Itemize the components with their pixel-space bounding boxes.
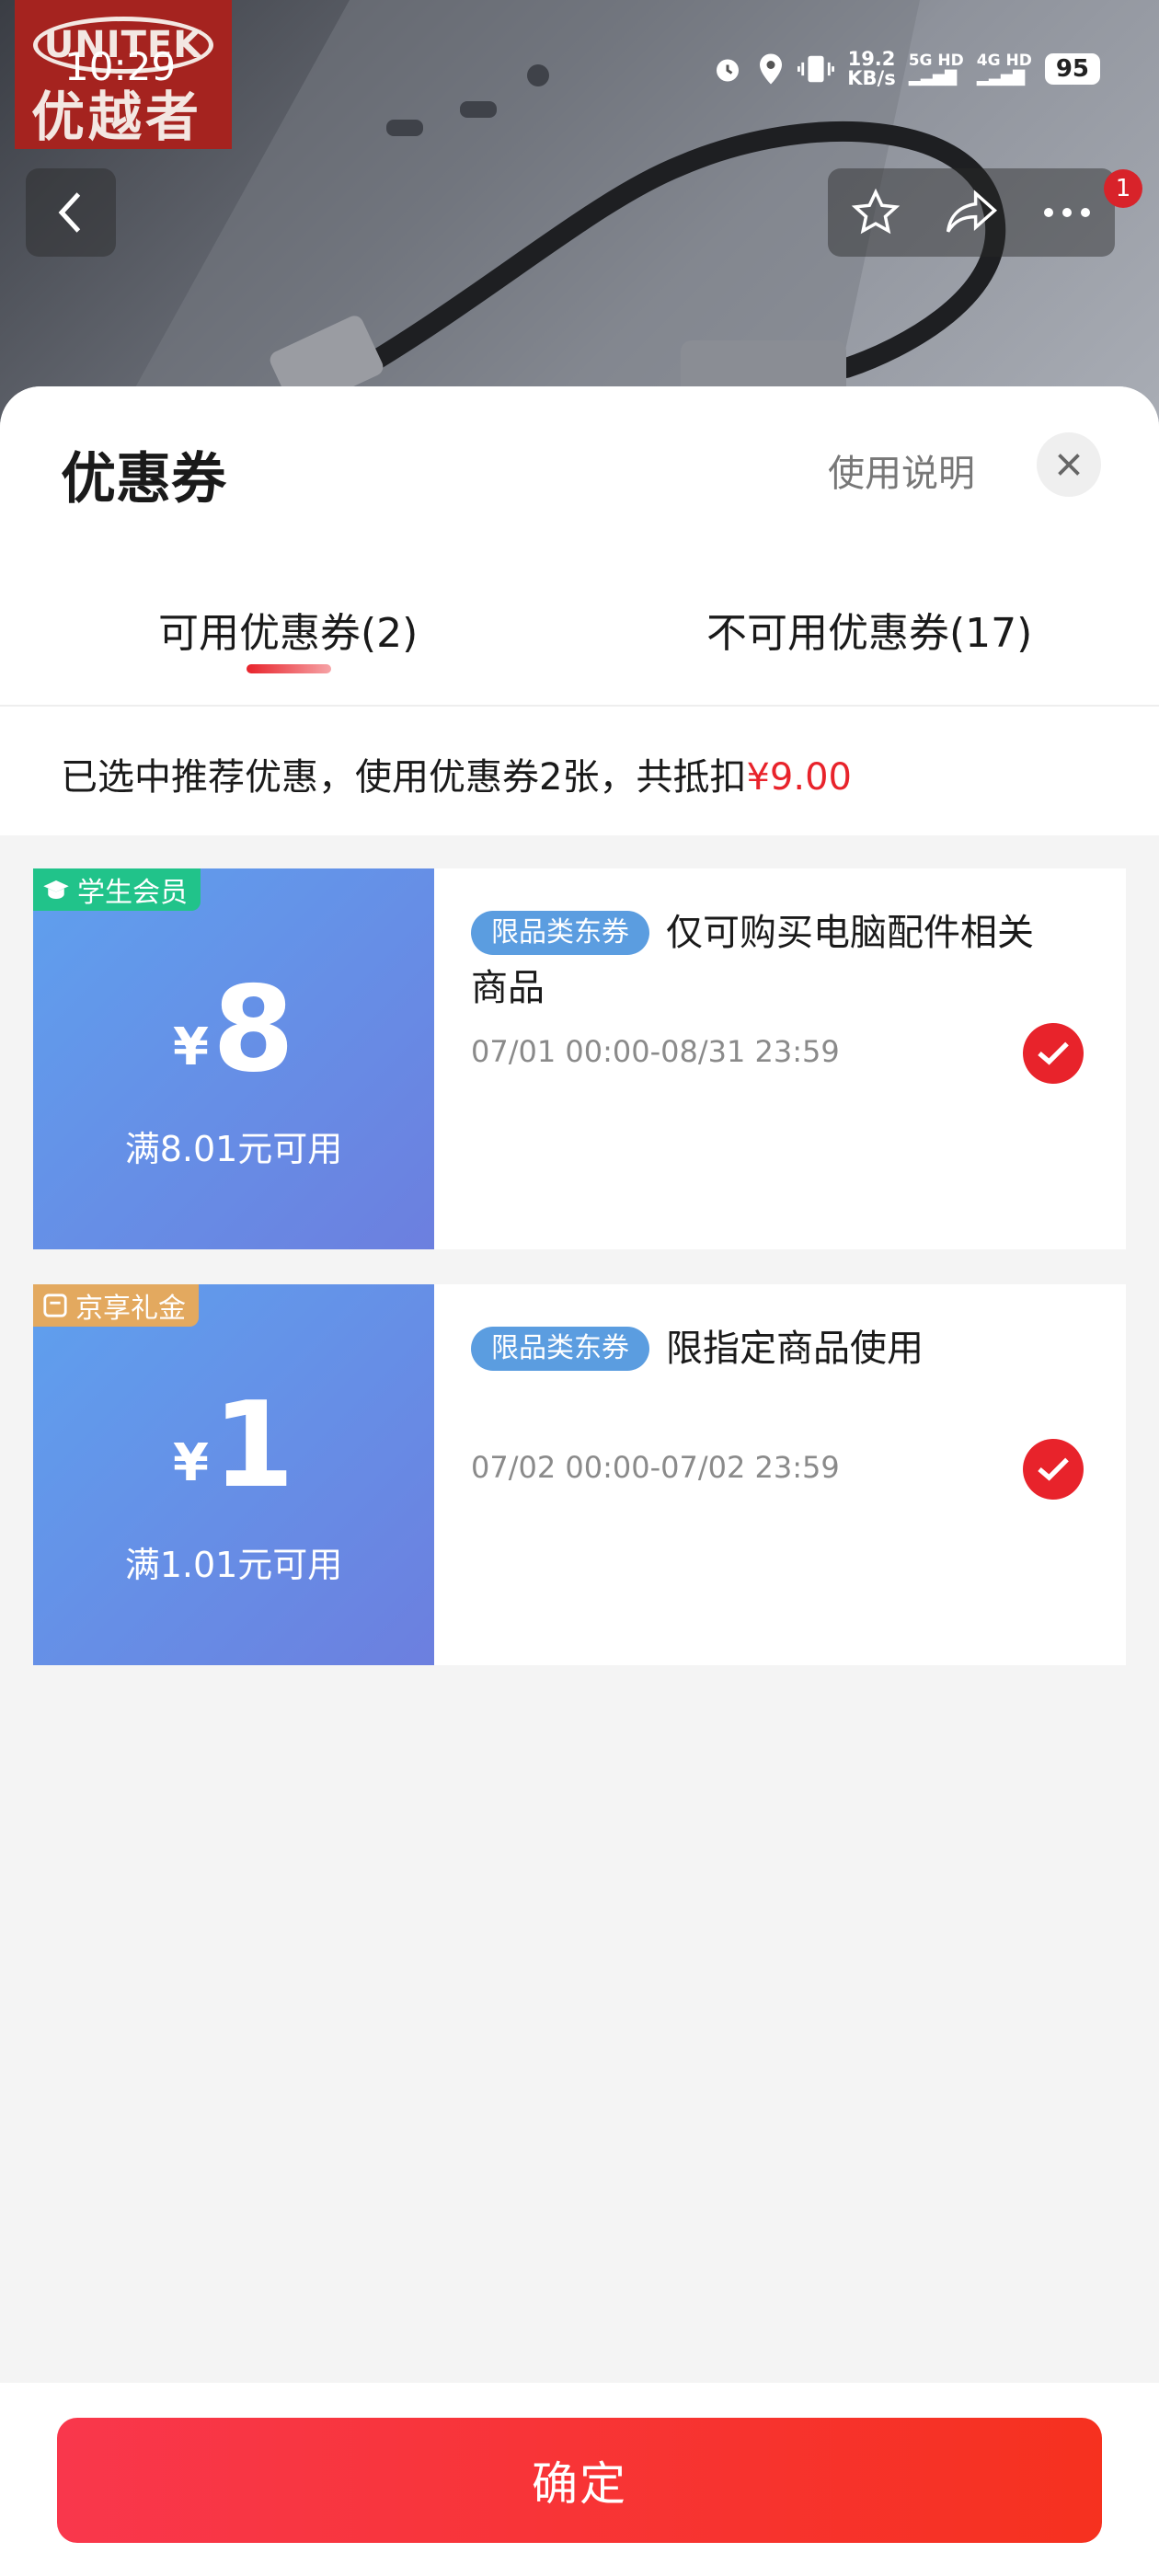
confirm-button[interactable]: 确定 (57, 2418, 1102, 2543)
more-button[interactable] (1019, 168, 1115, 257)
favorite-button[interactable] (828, 168, 924, 257)
more-dots-icon (1044, 208, 1090, 217)
coupon-threshold: 满8.01元可用 (124, 1129, 343, 1169)
coupon-sheet: 优惠券 使用说明 可用优惠券(2) 不可用优惠券(17) 已选中推荐优惠，使用优… (0, 386, 1159, 2576)
close-icon (1058, 454, 1080, 476)
tab-available-coupons[interactable]: 可用优惠券(2) (158, 600, 418, 659)
coupon-tag-label: 学生会员 (77, 877, 188, 909)
graduation-cap-icon (43, 880, 69, 899)
gift-box-icon (43, 1294, 67, 1317)
active-tab-indicator (247, 664, 331, 673)
checkmark-icon (1038, 1041, 1069, 1065)
coupon-value: ¥1 (172, 1377, 295, 1514)
chevron-left-icon (58, 192, 81, 233)
coupon-value-panel: 京享礼金 ¥1 满1.01元可用 (28, 1284, 434, 1665)
battery-indicator: 95 (1044, 53, 1100, 85)
coupon-threshold: 满1.01元可用 (124, 1545, 343, 1585)
signal-sim2: 4G HD ▂▃▅▇ (976, 52, 1032, 86)
signal-sim1: 5G HD ▂▃▅▇ (908, 52, 964, 86)
usage-instructions-link[interactable]: 使用说明 (828, 443, 975, 497)
status-icons: 19.2 KB/s 5G HD ▂▃▅▇ 4G HD ▂▃▅▇ 95 (711, 50, 1100, 88)
coupon-type-chip: 限品类东券 (471, 911, 649, 955)
star-icon (851, 188, 901, 235)
coupon-value-panel: 学生会员 ¥8 满8.01元可用 (28, 868, 434, 1249)
selection-summary: 已选中推荐优惠，使用优惠券2张，共抵扣¥9.00 (61, 747, 852, 800)
coupon-tag: 学生会员 (33, 868, 201, 911)
coupon-card[interactable]: 学生会员 ¥8 满8.01元可用 限品类东券 仅可购买电脑配件相关商品 07/01… (28, 868, 1126, 1249)
tab-divider (0, 705, 1159, 707)
alarm-icon (717, 59, 740, 82)
watermark: 大补 (511, 1208, 581, 1248)
net-speed: 19.2 KB/s (847, 48, 896, 89)
location-icon (760, 53, 783, 85)
back-button[interactable] (26, 168, 116, 257)
notification-badge: 1 (1104, 169, 1142, 208)
coupon-description-block: 限品类东券 限指定商品使用 (471, 1321, 1060, 1376)
coupon-details: 限品类东券 限指定商品使用 07/02 00:00-07/02 23:59 (434, 1284, 1126, 1665)
share-icon (946, 190, 997, 233)
share-button[interactable] (924, 168, 1019, 257)
tab-unavailable-coupons[interactable]: 不可用优惠券(17) (706, 600, 1032, 659)
close-button[interactable] (1037, 432, 1101, 497)
vibrate-icon (798, 55, 835, 83)
coupon-selected-checkbox[interactable] (1023, 1023, 1084, 1084)
summary-text: 已选中推荐优惠，使用优惠券2张，共抵扣 (61, 756, 747, 799)
coupon-details: 限品类东券 仅可购买电脑配件相关商品 07/01 00:00-08/31 23:5… (434, 868, 1126, 1249)
coupon-validity: 07/02 00:00-07/02 23:59 (471, 1450, 840, 1485)
coupon-type-chip: 限品类东券 (471, 1327, 649, 1371)
coupon-validity: 07/01 00:00-08/31 23:59 (471, 1034, 840, 1069)
sheet-title: 优惠券 (61, 447, 226, 512)
coupon-selected-checkbox[interactable] (1023, 1439, 1084, 1500)
coupon-card[interactable]: 京享礼金 ¥1 满1.01元可用 限品类东券 限指定商品使用 07/02 00:0… (28, 1284, 1126, 1665)
summary-amount: ¥9.00 (746, 756, 852, 799)
top-action-group (828, 168, 1115, 257)
coupon-tag-label: 京享礼金 (75, 1293, 186, 1325)
checkmark-icon (1038, 1457, 1069, 1481)
coupon-value: ¥8 (172, 961, 295, 1098)
coupon-description-block: 限品类东券 仅可购买电脑配件相关商品 (471, 905, 1060, 1016)
coupon-tag: 京享礼金 (33, 1284, 199, 1327)
bottom-bar: 确定 (0, 2383, 1159, 2576)
status-time: 10:29 (64, 44, 177, 89)
coupon-description: 限指定商品使用 (666, 1328, 924, 1370)
